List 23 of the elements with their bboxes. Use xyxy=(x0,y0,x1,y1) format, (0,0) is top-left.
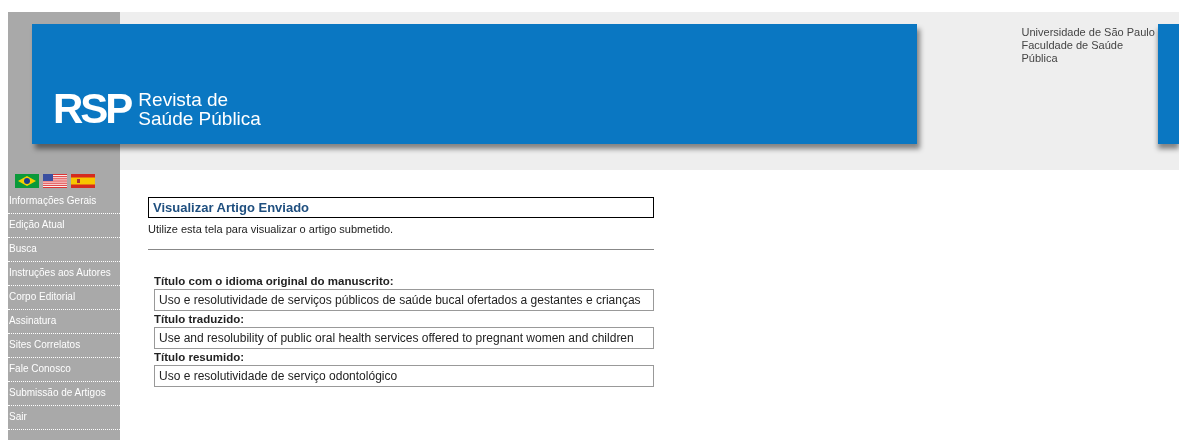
sidebar-link[interactable]: Assinatura xyxy=(8,310,120,334)
brazil-flag-icon[interactable] xyxy=(15,174,39,188)
spain-flag-icon[interactable] xyxy=(71,174,95,188)
institution-name: Universidade de São Paulo xyxy=(1021,26,1156,39)
sidebar-link[interactable]: Sair xyxy=(8,406,120,430)
field-label: Título resumido: xyxy=(154,350,246,365)
sidebar-link[interactable]: Submissão de Artigos xyxy=(8,382,120,406)
sidebar-link[interactable]: Fale Conosco xyxy=(8,358,120,382)
page-description: Utilize esta tela para visualizar o artigo submetido. xyxy=(148,223,395,235)
institution-name: Faculdade de Saúde Pública xyxy=(1021,39,1125,65)
logo: RSP xyxy=(53,88,131,130)
sidebar-link[interactable]: Informações Gerais xyxy=(8,190,120,214)
sidebar-link[interactable]: Sites Correlatos xyxy=(8,334,120,358)
page-title: Visualizar Artigo Enviado xyxy=(148,197,654,218)
journal-title: Revista de xyxy=(138,90,230,109)
field-label: Título com o idioma original do manuscrito: xyxy=(154,274,395,289)
usa-flag-icon[interactable] xyxy=(43,174,67,188)
journal-title: Saúde Pública xyxy=(138,109,261,128)
sidebar-link[interactable]: Busca xyxy=(8,238,120,262)
sidebar-link[interactable]: Edição Atual xyxy=(8,214,120,238)
sidebar-link[interactable]: Corpo Editorial xyxy=(8,286,120,310)
field-label: Título traduzido: xyxy=(154,312,246,327)
sidebar-link[interactable]: Instruções aos Autores xyxy=(8,262,120,286)
